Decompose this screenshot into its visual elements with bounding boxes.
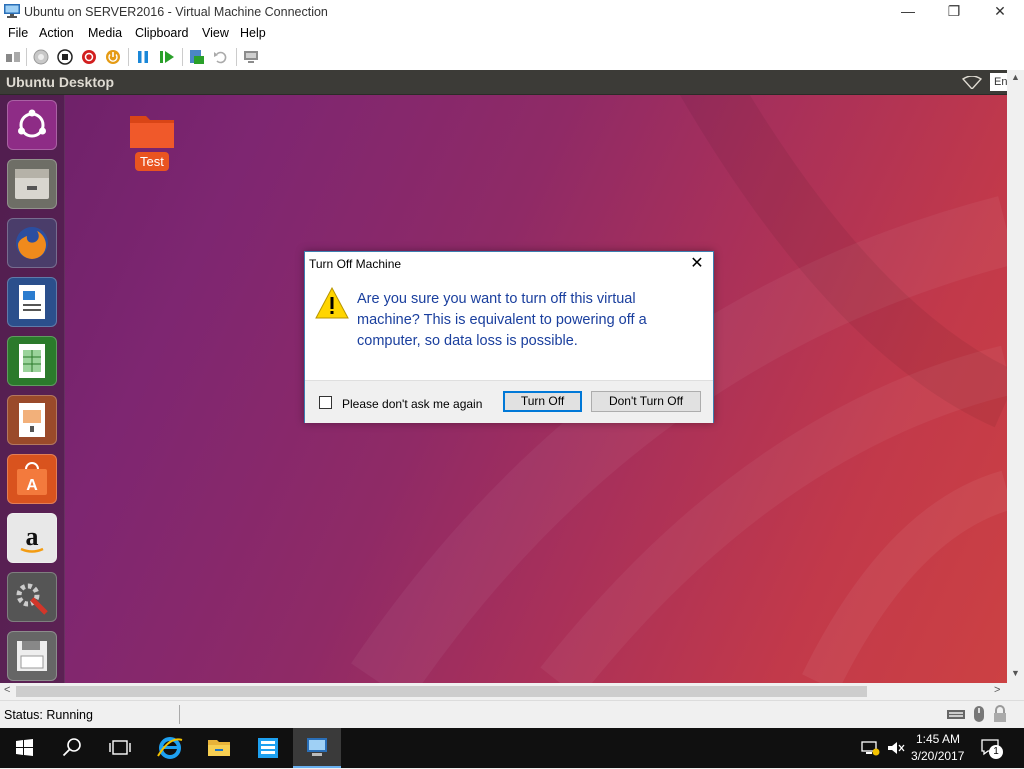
keyboard-icon — [947, 710, 965, 719]
menu-file[interactable]: File — [8, 26, 28, 40]
dont-ask-again-label[interactable]: Please don't ask me again — [342, 397, 482, 411]
start-menu-icon[interactable] — [0, 728, 48, 768]
enhanced-session-icon[interactable] — [242, 48, 260, 66]
status-bar: Status: Running — [0, 700, 1024, 729]
keyboard-layout-indicator[interactable]: En — [990, 73, 1007, 91]
restore-button[interactable]: ❐ — [931, 0, 977, 24]
dont-turn-off-button[interactable]: Don't Turn Off — [591, 391, 701, 412]
search-icon[interactable] — [48, 728, 96, 768]
shut-down-icon[interactable] — [80, 48, 98, 66]
save-state-icon[interactable] — [104, 48, 122, 66]
start-icon[interactable] — [32, 48, 50, 66]
toolbar-separator — [128, 48, 129, 66]
turn-off-icon[interactable] — [56, 48, 74, 66]
revert-icon[interactable] — [212, 48, 230, 66]
clock-date[interactable]: 3/20/2017 — [911, 749, 964, 763]
task-view-icon[interactable] — [96, 728, 144, 768]
dont-ask-again-checkbox[interactable] — [319, 396, 332, 409]
vm-connection-app-icon — [4, 4, 20, 18]
svg-text:a: a — [26, 522, 39, 551]
svg-text:A: A — [26, 477, 38, 494]
horizontal-scrollbar[interactable]: < > — [0, 683, 1007, 700]
internet-explorer-icon[interactable] — [146, 728, 194, 768]
status-divider — [179, 705, 180, 724]
dialog-close-icon[interactable]: ✕ — [685, 254, 709, 274]
ubuntu-launcher: A a — [0, 95, 65, 683]
volume-muted-icon[interactable] — [886, 740, 906, 756]
toolbar-separator — [182, 48, 183, 66]
ctrl-alt-del-icon[interactable] — [4, 48, 22, 66]
scroll-up-icon[interactable]: ▲ — [1011, 72, 1020, 82]
amazon-icon[interactable]: a — [7, 513, 57, 563]
minimize-button[interactable]: — — [885, 0, 931, 24]
pause-icon[interactable] — [134, 48, 152, 66]
notification-count-badge: 1 — [989, 745, 1003, 759]
files-icon[interactable] — [7, 159, 57, 209]
turn-off-dialog: Turn Off Machine ✕ Are you sure you want… — [304, 251, 714, 423]
libreoffice-calc-icon[interactable] — [7, 336, 57, 386]
resume-icon[interactable] — [158, 48, 176, 66]
folder-icon[interactable] — [128, 110, 176, 150]
window-title: Ubuntu on SERVER2016 - Virtual Machine C… — [24, 5, 328, 19]
taskbar: 1:45 AM 3/20/2017 1 — [0, 728, 1024, 768]
menu-clipboard[interactable]: Clipboard — [135, 26, 189, 40]
ubuntu-top-bar-title: Ubuntu Desktop — [6, 74, 115, 90]
save-icon[interactable] — [7, 631, 57, 681]
network-icon[interactable] — [860, 740, 880, 756]
checkpoint-icon[interactable] — [188, 48, 206, 66]
ubuntu-software-icon[interactable]: A — [7, 454, 57, 504]
turn-off-button[interactable]: Turn Off — [503, 391, 582, 412]
scroll-right-icon[interactable]: > — [994, 684, 1000, 696]
close-window-button[interactable]: ✕ — [977, 0, 1023, 24]
horizontal-scroll-thumb[interactable] — [16, 686, 867, 697]
toolbar — [0, 44, 1024, 70]
dialog-footer: Please don't ask me again Turn Off Don't… — [305, 380, 713, 423]
menu-media[interactable]: Media — [88, 26, 122, 40]
dialog-message: Are you sure you want to turn off this v… — [357, 291, 647, 349]
libreoffice-impress-icon[interactable] — [7, 395, 57, 445]
window-title-bar: Ubuntu on SERVER2016 - Virtual Machine C… — [0, 0, 1024, 24]
ubuntu-top-bar: Ubuntu Desktop En — [0, 70, 1007, 95]
mouse-icon — [974, 706, 984, 722]
wifi-icon[interactable] — [962, 76, 982, 89]
vertical-scrollbar[interactable]: ▲ ▼ — [1007, 70, 1024, 683]
file-explorer-icon[interactable] — [195, 728, 243, 768]
menu-action[interactable]: Action — [39, 26, 74, 40]
system-settings-icon[interactable] — [7, 572, 57, 622]
clock-time[interactable]: 1:45 AM — [916, 732, 960, 746]
menu-view[interactable]: View — [202, 26, 229, 40]
menu-help[interactable]: Help — [240, 26, 266, 40]
menu-bar: File Action Media Clipboard View Help — [0, 24, 1024, 44]
scroll-down-icon[interactable]: ▼ — [1011, 668, 1020, 678]
lock-icon — [994, 705, 1006, 722]
warning-icon — [315, 287, 349, 319]
vm-connection-taskbar-button[interactable] — [293, 728, 341, 768]
toolbar-separator — [236, 48, 237, 66]
server-manager-icon[interactable] — [244, 728, 292, 768]
ubuntu-dash-icon[interactable] — [7, 100, 57, 150]
firefox-icon[interactable] — [7, 218, 57, 268]
dialog-title: Turn Off Machine — [309, 257, 402, 271]
vm-connection-icon — [307, 738, 327, 756]
toolbar-separator — [26, 48, 27, 66]
action-center-icon[interactable]: 1 — [980, 736, 1006, 760]
status-text: Status: Running — [4, 708, 93, 722]
scroll-left-icon[interactable]: < — [4, 684, 10, 696]
libreoffice-writer-icon[interactable] — [7, 277, 57, 327]
desktop-folder-label[interactable]: Test — [135, 152, 169, 171]
